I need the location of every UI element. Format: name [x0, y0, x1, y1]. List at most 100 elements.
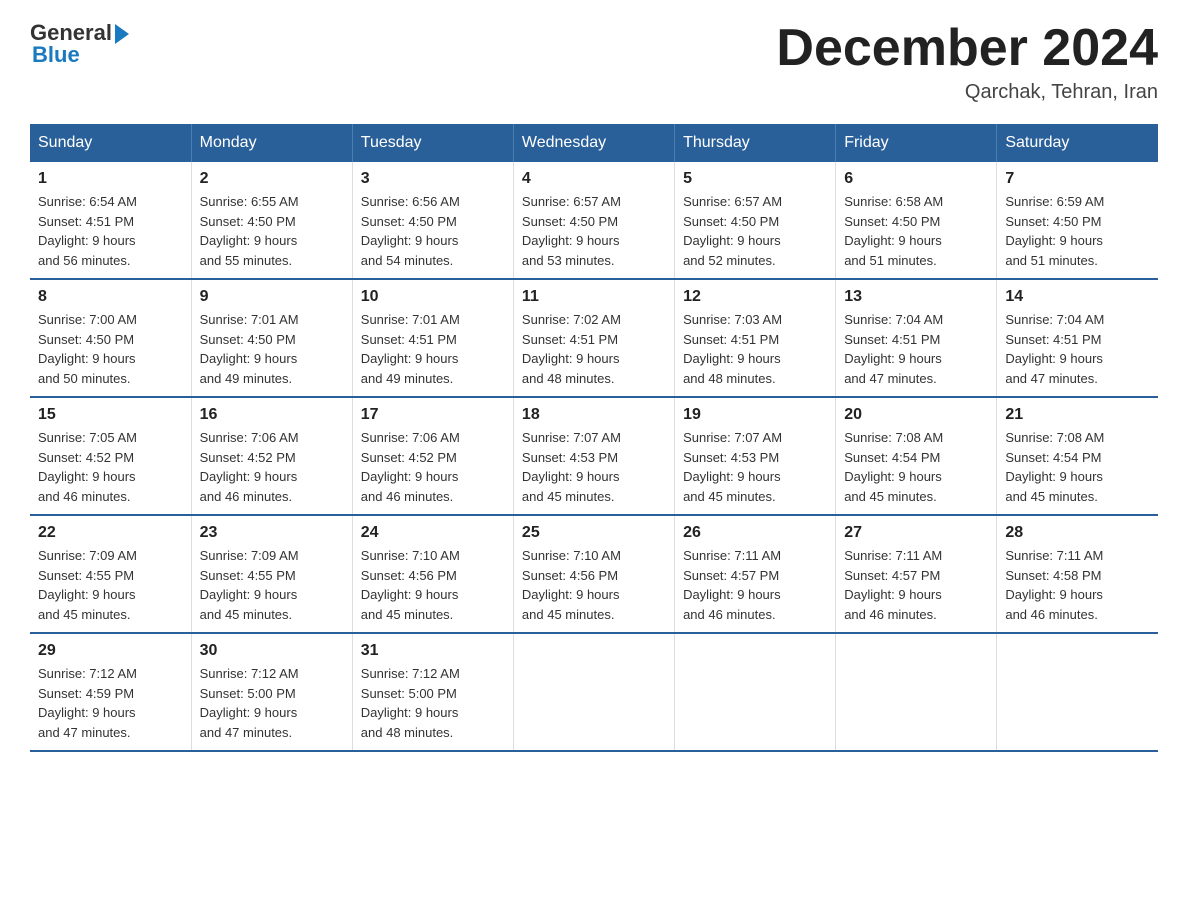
calendar-cell: 30Sunrise: 7:12 AMSunset: 5:00 PMDayligh… — [191, 633, 352, 751]
day-info: Sunrise: 7:10 AMSunset: 4:56 PMDaylight:… — [361, 546, 505, 624]
logo-arrow-icon — [115, 24, 129, 44]
day-number: 21 — [1005, 406, 1150, 424]
day-info: Sunrise: 7:01 AMSunset: 4:50 PMDaylight:… — [200, 310, 344, 388]
page-header: General Blue December 2024 Qarchak, Tehr… — [30, 20, 1158, 104]
day-number: 28 — [1005, 524, 1150, 542]
day-info: Sunrise: 7:11 AMSunset: 4:57 PMDaylight:… — [683, 546, 827, 624]
day-number: 9 — [200, 288, 344, 306]
day-number: 20 — [844, 406, 988, 424]
calendar-cell: 3 Sunrise: 6:56 AMSunset: 4:50 PMDaylight… — [352, 162, 513, 279]
calendar-cell: 26 Sunrise: 7:11 AMSunset: 4:57 PMDayligh… — [675, 515, 836, 633]
day-number: 4 — [522, 170, 666, 188]
calendar-cell: 18 Sunrise: 7:07 AMSunset: 4:53 PMDayligh… — [513, 397, 674, 515]
day-info: Sunrise: 7:03 AMSunset: 4:51 PMDaylight:… — [683, 310, 827, 388]
header-day-wednesday: Wednesday — [513, 124, 674, 162]
logo: General Blue — [30, 20, 129, 68]
day-number: 23 — [200, 524, 344, 542]
week-row-2: 8 Sunrise: 7:00 AMSunset: 4:50 PMDaylight… — [30, 279, 1158, 397]
day-number: 14 — [1005, 288, 1150, 306]
calendar-cell: 23 Sunrise: 7:09 AMSunset: 4:55 PMDayligh… — [191, 515, 352, 633]
week-row-5: 29Sunrise: 7:12 AMSunset: 4:59 PMDayligh… — [30, 633, 1158, 751]
day-number: 19 — [683, 406, 827, 424]
calendar-cell: 9 Sunrise: 7:01 AMSunset: 4:50 PMDaylight… — [191, 279, 352, 397]
header-day-sunday: Sunday — [30, 124, 191, 162]
calendar-cell: 31 Sunrise: 7:12 AMSunset: 5:00 PMDayligh… — [352, 633, 513, 751]
day-info: Sunrise: 6:56 AMSunset: 4:50 PMDaylight:… — [361, 192, 505, 270]
day-number: 3 — [361, 170, 505, 188]
calendar-cell: 16 Sunrise: 7:06 AMSunset: 4:52 PMDayligh… — [191, 397, 352, 515]
calendar-cell: 27 Sunrise: 7:11 AMSunset: 4:57 PMDayligh… — [836, 515, 997, 633]
day-info: Sunrise: 7:07 AMSunset: 4:53 PMDaylight:… — [522, 428, 666, 506]
calendar-cell: 10 Sunrise: 7:01 AMSunset: 4:51 PMDayligh… — [352, 279, 513, 397]
calendar-cell: 8 Sunrise: 7:00 AMSunset: 4:50 PMDaylight… — [30, 279, 191, 397]
day-number: 31 — [361, 642, 505, 660]
calendar-table: SundayMondayTuesdayWednesdayThursdayFrid… — [30, 124, 1158, 752]
day-number: 26 — [683, 524, 827, 542]
calendar-cell: 20 Sunrise: 7:08 AMSunset: 4:54 PMDayligh… — [836, 397, 997, 515]
calendar-cell: 22Sunrise: 7:09 AMSunset: 4:55 PMDayligh… — [30, 515, 191, 633]
day-info: Sunrise: 7:11 AMSunset: 4:58 PMDaylight:… — [1005, 546, 1150, 624]
day-number: 6 — [844, 170, 988, 188]
day-number: 11 — [522, 288, 666, 306]
title-block: December 2024 Qarchak, Tehran, Iran — [776, 20, 1158, 104]
day-info: Sunrise: 7:01 AMSunset: 4:51 PMDaylight:… — [361, 310, 505, 388]
calendar-cell: 29Sunrise: 7:12 AMSunset: 4:59 PMDayligh… — [30, 633, 191, 751]
calendar-cell: 12 Sunrise: 7:03 AMSunset: 4:51 PMDayligh… — [675, 279, 836, 397]
day-info: Sunrise: 7:04 AMSunset: 4:51 PMDaylight:… — [1005, 310, 1150, 388]
header-day-thursday: Thursday — [675, 124, 836, 162]
calendar-cell: 21 Sunrise: 7:08 AMSunset: 4:54 PMDayligh… — [997, 397, 1158, 515]
calendar-cell: 11 Sunrise: 7:02 AMSunset: 4:51 PMDayligh… — [513, 279, 674, 397]
header-day-saturday: Saturday — [997, 124, 1158, 162]
header-row: SundayMondayTuesdayWednesdayThursdayFrid… — [30, 124, 1158, 162]
month-title: December 2024 — [776, 20, 1158, 77]
week-row-4: 22 Sunrise: 7:09 AMSunset: 4:55 PMDayligh… — [30, 515, 1158, 633]
day-number: 1 — [38, 170, 183, 188]
day-info: Sunrise: 7:12 AMSunset: 4:59 PMDaylight:… — [38, 664, 183, 742]
day-info: Sunrise: 6:58 AMSunset: 4:50 PMDaylight:… — [844, 192, 988, 270]
week-row-3: 15Sunrise: 7:05 AMSunset: 4:52 PMDayligh… — [30, 397, 1158, 515]
calendar-cell: 25Sunrise: 7:10 AMSunset: 4:56 PMDayligh… — [513, 515, 674, 633]
day-number: 5 — [683, 170, 827, 188]
calendar-cell: 2 Sunrise: 6:55 AMSunset: 4:50 PMDaylight… — [191, 162, 352, 279]
day-number: 27 — [844, 524, 988, 542]
calendar-cell: 6 Sunrise: 6:58 AMSunset: 4:50 PMDaylight… — [836, 162, 997, 279]
day-number: 16 — [200, 406, 344, 424]
day-info: Sunrise: 7:06 AMSunset: 4:52 PMDaylight:… — [200, 428, 344, 506]
day-number: 15 — [38, 406, 183, 424]
calendar-cell: 19Sunrise: 7:07 AMSunset: 4:53 PMDayligh… — [675, 397, 836, 515]
logo-blue-text: Blue — [30, 42, 80, 68]
calendar-cell: 13Sunrise: 7:04 AMSunset: 4:51 PMDayligh… — [836, 279, 997, 397]
day-number: 8 — [38, 288, 183, 306]
header-day-monday: Monday — [191, 124, 352, 162]
calendar-cell: 7 Sunrise: 6:59 AMSunset: 4:50 PMDaylight… — [997, 162, 1158, 279]
calendar-cell: 1 Sunrise: 6:54 AMSunset: 4:51 PMDaylight… — [30, 162, 191, 279]
day-number: 22 — [38, 524, 183, 542]
day-info: Sunrise: 6:57 AMSunset: 4:50 PMDaylight:… — [522, 192, 666, 270]
day-number: 2 — [200, 170, 344, 188]
day-info: Sunrise: 6:54 AMSunset: 4:51 PMDaylight:… — [38, 192, 183, 270]
day-info: Sunrise: 7:09 AMSunset: 4:55 PMDaylight:… — [200, 546, 344, 624]
day-info: Sunrise: 7:08 AMSunset: 4:54 PMDaylight:… — [844, 428, 988, 506]
day-info: Sunrise: 7:12 AMSunset: 5:00 PMDaylight:… — [361, 664, 505, 742]
day-info: Sunrise: 7:00 AMSunset: 4:50 PMDaylight:… — [38, 310, 183, 388]
calendar-cell: 4 Sunrise: 6:57 AMSunset: 4:50 PMDaylight… — [513, 162, 674, 279]
location-text: Qarchak, Tehran, Iran — [776, 81, 1158, 104]
day-number: 10 — [361, 288, 505, 306]
day-info: Sunrise: 7:02 AMSunset: 4:51 PMDaylight:… — [522, 310, 666, 388]
calendar-cell: 17Sunrise: 7:06 AMSunset: 4:52 PMDayligh… — [352, 397, 513, 515]
day-info: Sunrise: 6:57 AMSunset: 4:50 PMDaylight:… — [683, 192, 827, 270]
day-info: Sunrise: 7:08 AMSunset: 4:54 PMDaylight:… — [1005, 428, 1150, 506]
day-number: 18 — [522, 406, 666, 424]
day-info: Sunrise: 7:11 AMSunset: 4:57 PMDaylight:… — [844, 546, 988, 624]
day-number: 12 — [683, 288, 827, 306]
header-day-tuesday: Tuesday — [352, 124, 513, 162]
day-info: Sunrise: 6:59 AMSunset: 4:50 PMDaylight:… — [1005, 192, 1150, 270]
day-info: Sunrise: 6:55 AMSunset: 4:50 PMDaylight:… — [200, 192, 344, 270]
day-number: 7 — [1005, 170, 1150, 188]
header-day-friday: Friday — [836, 124, 997, 162]
calendar-cell — [513, 633, 674, 751]
week-row-1: 1 Sunrise: 6:54 AMSunset: 4:51 PMDaylight… — [30, 162, 1158, 279]
day-number: 25 — [522, 524, 666, 542]
day-info: Sunrise: 7:06 AMSunset: 4:52 PMDaylight:… — [361, 428, 505, 506]
day-number: 30 — [200, 642, 344, 660]
